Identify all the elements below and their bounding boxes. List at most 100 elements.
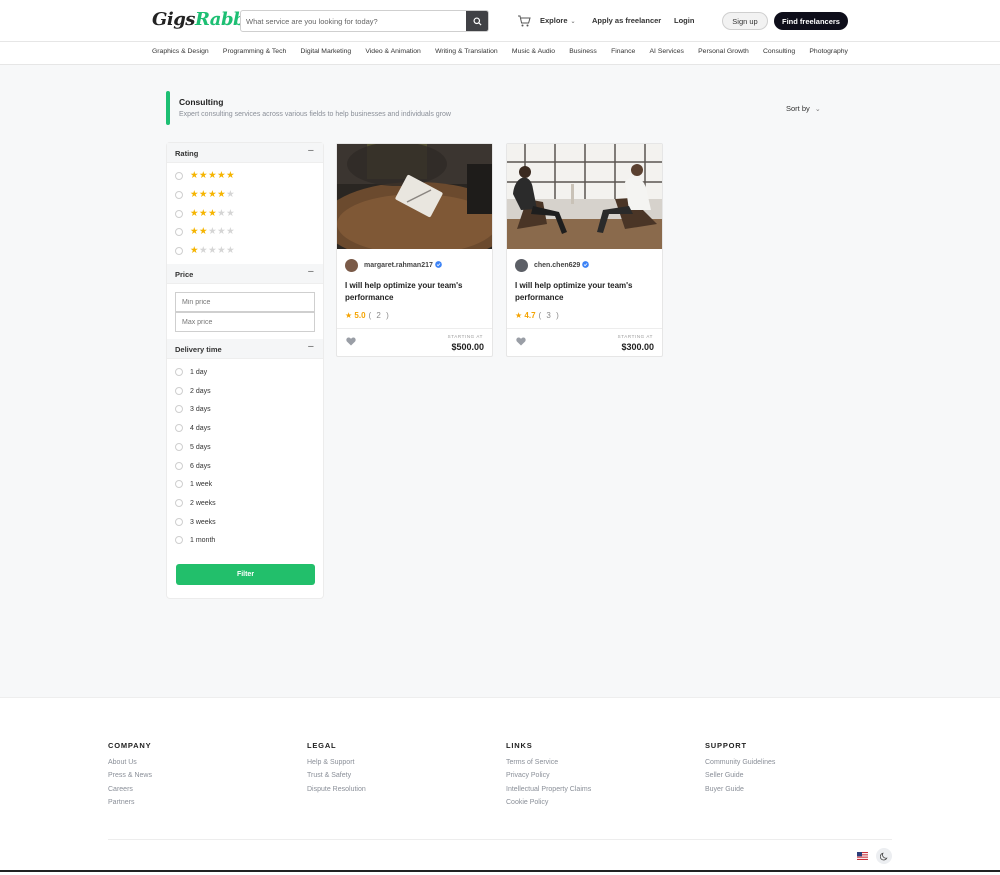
- delivery-radio[interactable]: [175, 517, 183, 526]
- footer-link[interactable]: Cookie Policy: [506, 799, 591, 806]
- moon-icon: [879, 852, 888, 860]
- gig-card[interactable]: margaret.rahman217 I will help optimize …: [336, 143, 493, 357]
- login-link[interactable]: Login: [674, 16, 694, 25]
- delivery-option-label[interactable]: 5 days: [190, 443, 211, 452]
- footer-link[interactable]: Dispute Resolution: [307, 786, 366, 793]
- sort-by-dropdown[interactable]: Sort by ⌄: [786, 104, 821, 113]
- footer-link[interactable]: Trust & Safety: [307, 772, 366, 779]
- delivery-option-label[interactable]: 4 days: [190, 424, 211, 433]
- cart-icon[interactable]: [517, 14, 531, 28]
- us-flag-icon[interactable]: [857, 852, 868, 860]
- max-price-input[interactable]: [175, 312, 315, 332]
- rating-radio[interactable]: [175, 228, 183, 236]
- footer-heading: COMPANY: [108, 741, 152, 750]
- heart-icon[interactable]: [516, 337, 526, 346]
- delivery-option-label[interactable]: 3 weeks: [190, 518, 216, 527]
- star-icon: ★: [208, 208, 218, 219]
- category-link[interactable]: Video & Animation: [365, 48, 420, 55]
- footer-link[interactable]: Terms of Service: [506, 759, 591, 766]
- filter-button[interactable]: Filter: [176, 564, 315, 585]
- search-button[interactable]: [466, 11, 488, 31]
- delivery-option-label[interactable]: 6 days: [190, 462, 211, 471]
- footer-link[interactable]: Help & Support: [307, 759, 366, 766]
- star-icon: ★: [217, 189, 227, 200]
- search-icon: [472, 16, 482, 26]
- category-link[interactable]: Finance: [611, 48, 635, 55]
- rating-stars[interactable]: ★★★★★: [190, 190, 235, 200]
- min-price-input[interactable]: [175, 292, 315, 312]
- category-link[interactable]: Photography: [809, 48, 848, 55]
- category-link[interactable]: Personal Growth: [698, 48, 749, 55]
- rating-radio[interactable]: [175, 247, 183, 255]
- rating-section-header[interactable]: Rating −: [167, 143, 323, 163]
- footer-link[interactable]: Privacy Policy: [506, 772, 591, 779]
- rating-radio[interactable]: [175, 210, 183, 218]
- footer-link[interactable]: Partners: [108, 799, 152, 806]
- footer-link[interactable]: Community Guidelines: [705, 759, 775, 766]
- heart-icon[interactable]: [346, 337, 356, 346]
- category-link[interactable]: Consulting: [763, 48, 795, 55]
- find-freelancers-button[interactable]: Find freelancers: [774, 12, 848, 30]
- search-input[interactable]: [241, 11, 467, 31]
- gig-rating: ★ 4.7( 3 ): [515, 311, 560, 320]
- apply-freelancer-link[interactable]: Apply as freelancer: [592, 16, 661, 25]
- signup-button[interactable]: Sign up: [722, 12, 768, 30]
- star-icon: ★: [190, 170, 200, 181]
- delivery-option-label[interactable]: 1 day: [190, 368, 207, 377]
- delivery-option-label[interactable]: 3 days: [190, 405, 211, 414]
- explore-menu[interactable]: Explore ⌄: [540, 16, 576, 25]
- delivery-radio[interactable]: [175, 442, 183, 451]
- footer-link[interactable]: Seller Guide: [705, 772, 775, 779]
- star-icon: ★: [208, 189, 218, 200]
- footer-support: SUPPORT Community Guidelines Seller Guide…: [705, 741, 775, 799]
- footer-link[interactable]: Buyer Guide: [705, 786, 775, 793]
- star-icon: ★: [208, 245, 218, 256]
- footer-company: COMPANY About Us Press & News Careers Partn…: [108, 741, 152, 812]
- category-link[interactable]: Digital Marketing: [301, 48, 352, 55]
- seller-name[interactable]: margaret.rahman217: [364, 261, 442, 269]
- delivery-option-label[interactable]: 2 days: [190, 387, 211, 396]
- delivery-option-label[interactable]: 1 week: [190, 480, 212, 489]
- footer-link[interactable]: About Us: [108, 759, 152, 766]
- delivery-section-header[interactable]: Delivery time −: [167, 339, 323, 359]
- category-link[interactable]: Business: [569, 48, 597, 55]
- seller-username: margaret.rahman217: [364, 262, 433, 269]
- category-link[interactable]: AI Services: [650, 48, 684, 55]
- delivery-option-label[interactable]: 1 month: [190, 536, 215, 545]
- title-accent-bar: [166, 91, 170, 125]
- delivery-radio[interactable]: [175, 368, 183, 376]
- delivery-radio[interactable]: [175, 461, 183, 470]
- category-link[interactable]: Graphics & Design: [152, 48, 209, 55]
- avatar: [515, 259, 528, 272]
- category-link[interactable]: Music & Audio: [512, 48, 555, 55]
- seller-name[interactable]: chen.chen629: [534, 261, 590, 269]
- star-icon: ★: [208, 226, 218, 237]
- star-icon: ★: [226, 189, 236, 200]
- starting-at-label: STARTING AT: [617, 334, 653, 339]
- theme-toggle-button[interactable]: [876, 848, 892, 864]
- rating-stars[interactable]: ★★★★★: [190, 227, 235, 237]
- delivery-radio[interactable]: [175, 386, 183, 395]
- gig-rating: ★ 5.0( 2 ): [345, 311, 390, 320]
- rating-stars[interactable]: ★★★★★: [190, 171, 235, 181]
- footer-divider: [108, 839, 892, 840]
- footer-link[interactable]: Press & News: [108, 772, 152, 779]
- footer-link[interactable]: Careers: [108, 786, 152, 793]
- gig-price: $500.00: [451, 342, 484, 352]
- rating-value: 4.7: [524, 311, 536, 320]
- rating-radio[interactable]: [175, 172, 183, 180]
- category-link[interactable]: Programming & Tech: [223, 48, 286, 55]
- category-link[interactable]: Writing & Translation: [435, 48, 498, 55]
- delivery-radio[interactable]: [175, 498, 183, 507]
- star-icon: ★: [190, 245, 200, 256]
- footer-link[interactable]: Intellectual Property Claims: [506, 786, 591, 793]
- price-section-header[interactable]: Price −: [167, 264, 323, 284]
- rating-stars[interactable]: ★★★★★: [190, 246, 235, 256]
- gig-title[interactable]: I will help optimize your team's perform…: [345, 280, 485, 303]
- rating-radio[interactable]: [175, 191, 183, 199]
- delivery-option-label[interactable]: 2 weeks: [190, 499, 216, 508]
- gig-card[interactable]: chen.chen629 I will help optimize your t…: [506, 143, 663, 357]
- gig-title[interactable]: I will help optimize your team's perform…: [515, 280, 655, 303]
- sort-by-label: Sort by: [786, 104, 810, 113]
- rating-stars[interactable]: ★★★★★: [190, 209, 235, 219]
